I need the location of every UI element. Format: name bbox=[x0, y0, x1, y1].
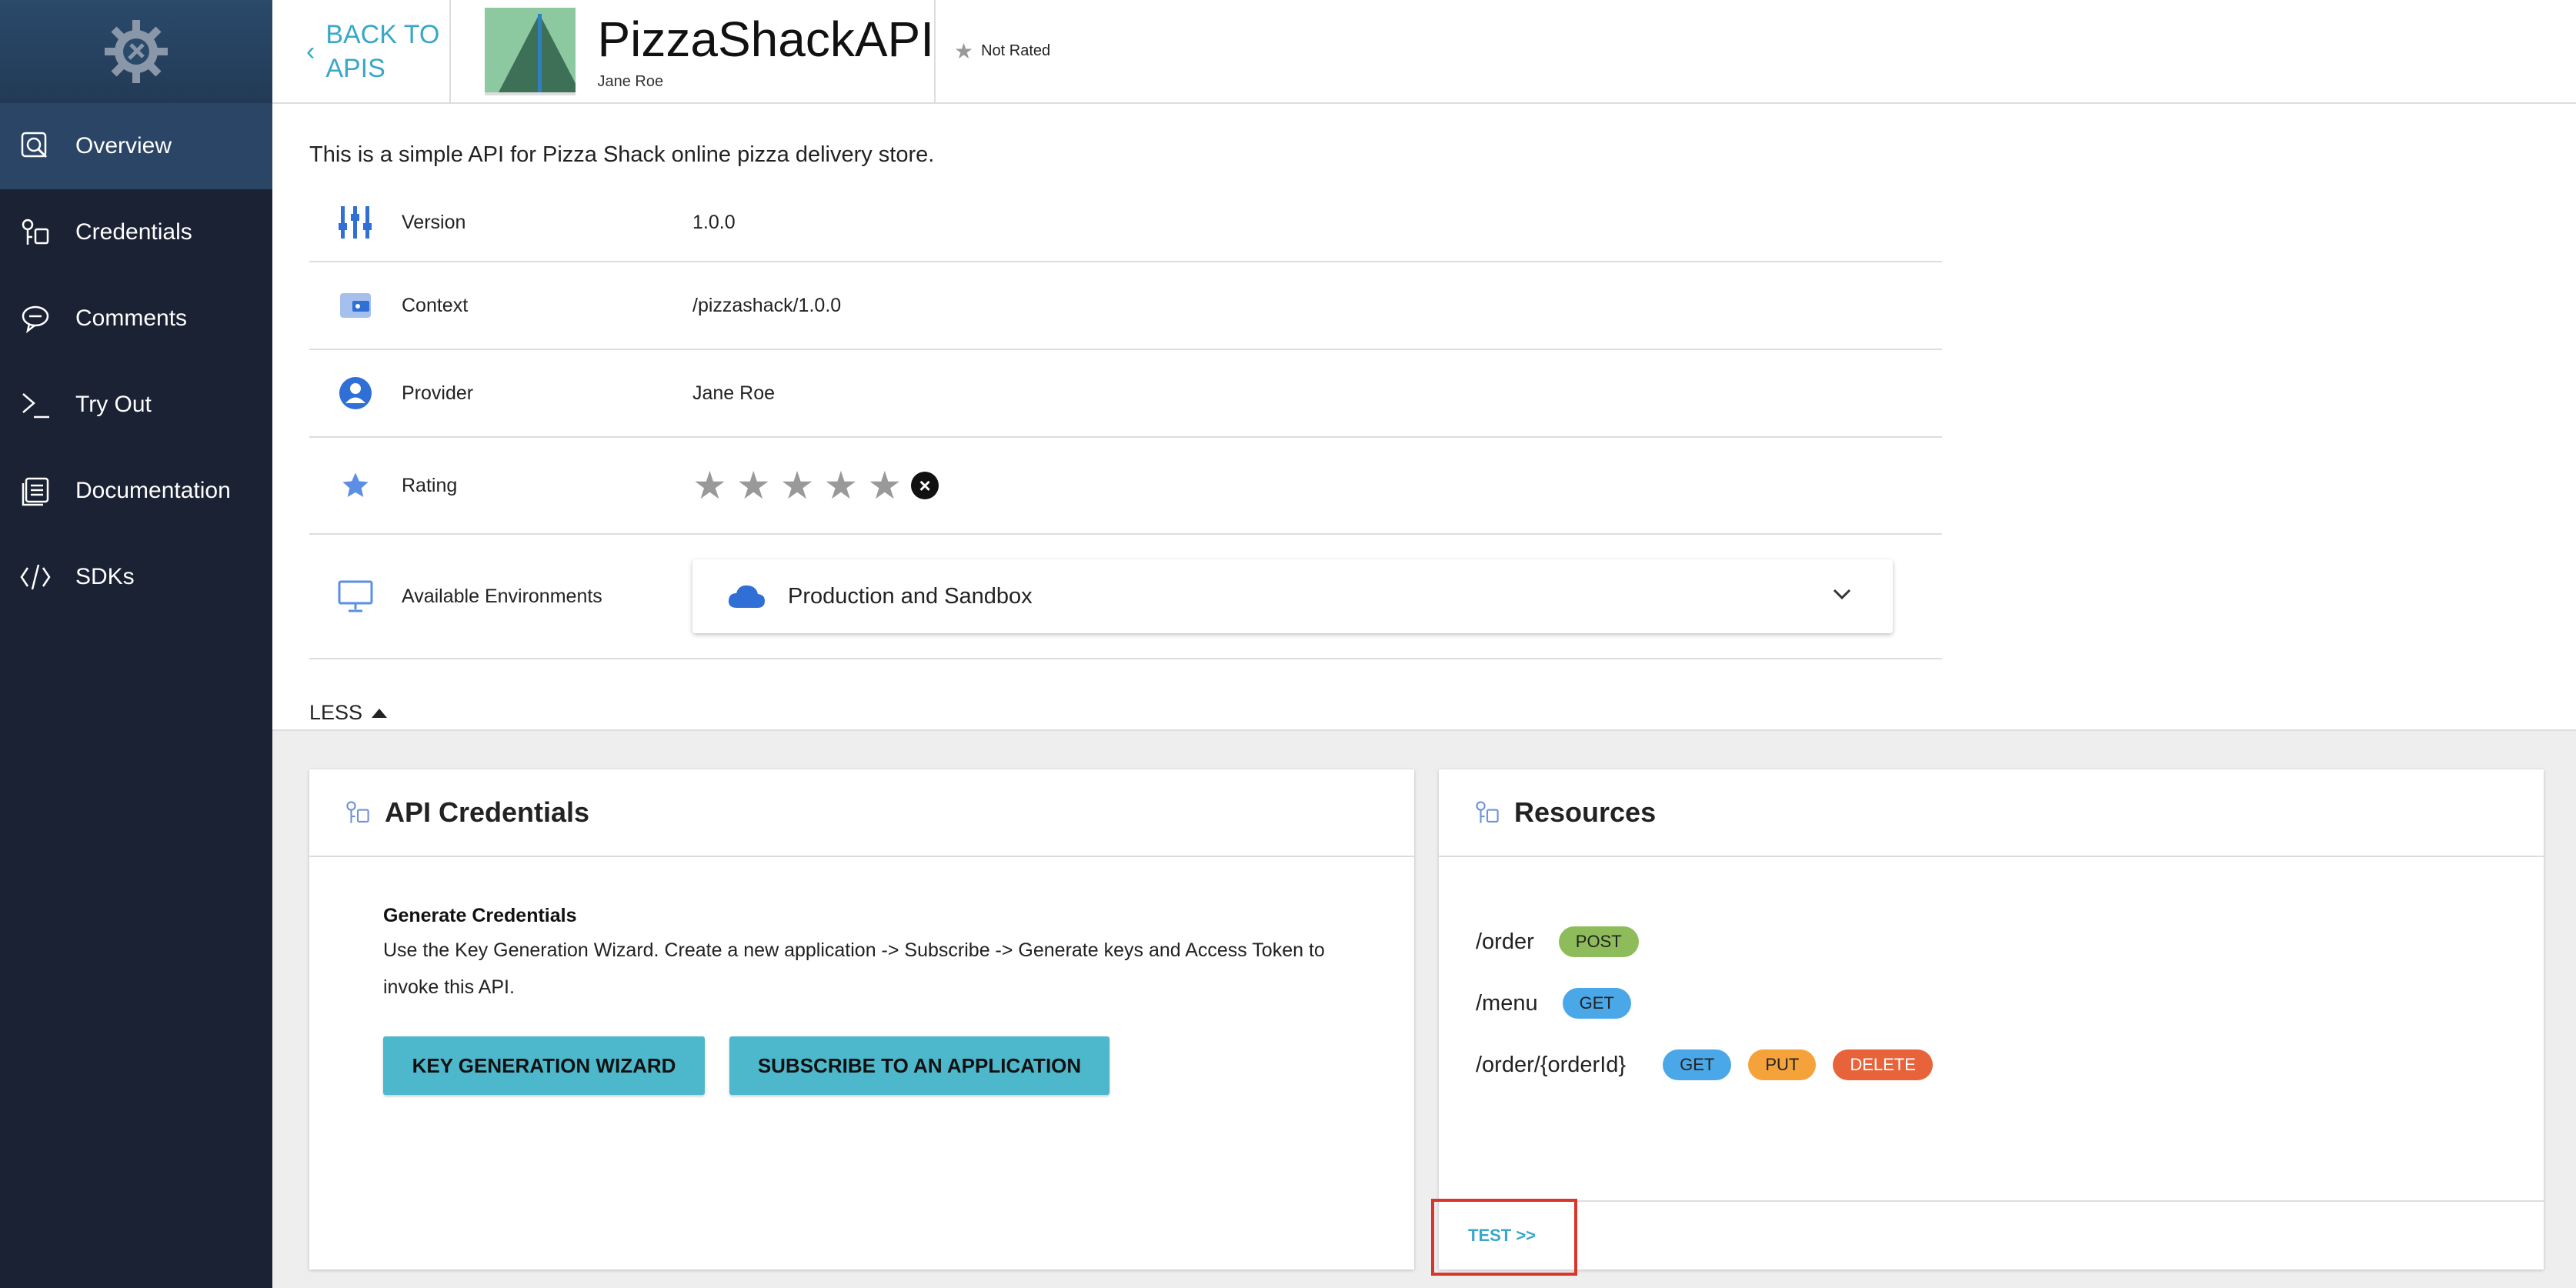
user-icon bbox=[309, 376, 402, 410]
chevron-left-icon: ‹ bbox=[306, 36, 315, 66]
info-label: Provider bbox=[402, 382, 474, 404]
sidebar-item-label: Documentation bbox=[75, 478, 231, 503]
sidebar-item-try-out[interactable]: Try Out bbox=[0, 362, 272, 448]
api-thumbnail bbox=[485, 7, 576, 95]
sidebar-item-label: Comments bbox=[75, 305, 188, 331]
star-icon: ★ bbox=[954, 39, 974, 63]
gear-logo-icon bbox=[105, 20, 168, 83]
generate-credentials-heading: Generate Credentials bbox=[383, 905, 577, 926]
info-value: /pizzashack/1.0.0 bbox=[692, 294, 842, 316]
sidebar-item-label: Credentials bbox=[75, 219, 192, 245]
method-badge-post: POST bbox=[1558, 926, 1639, 957]
api-description: This is a simple API for Pizza Shack onl… bbox=[309, 142, 935, 167]
info-value: Jane Roe bbox=[692, 382, 776, 404]
sidebar-item-credentials[interactable]: Credentials bbox=[0, 189, 272, 275]
less-toggle[interactable]: LESS bbox=[309, 701, 388, 725]
environment-select-value: Production and Sandbox bbox=[788, 583, 1033, 609]
card-title: Resources bbox=[1514, 796, 1657, 828]
info-label: Version bbox=[402, 211, 466, 233]
method-badge-delete: DELETE bbox=[1833, 1049, 1933, 1080]
info-value: 1.0.0 bbox=[692, 211, 736, 233]
resources-icon bbox=[1476, 801, 1499, 823]
bottom-section: API Credentials Generate Credentials Use… bbox=[272, 731, 2576, 1288]
overview-section: This is a simple API for Pizza Shack onl… bbox=[272, 104, 2576, 731]
version-icon bbox=[309, 205, 402, 240]
card-header: API Credentials bbox=[309, 769, 1414, 857]
rating-star-3[interactable]: ★ bbox=[780, 466, 815, 505]
rating-star-4[interactable]: ★ bbox=[823, 466, 858, 505]
info-label: Rating bbox=[402, 474, 458, 496]
subscribe-to-application-button[interactable]: SUBSCRIBE TO AN APPLICATION bbox=[729, 1036, 1109, 1095]
back-label-line2: APIS bbox=[325, 53, 385, 83]
info-row-version: Version 1.0.0 bbox=[309, 184, 1942, 262]
method-badge-get: GET bbox=[1663, 1049, 1732, 1080]
sidebar-item-label: Overview bbox=[75, 133, 172, 158]
documentation-icon bbox=[18, 474, 52, 508]
rating-star-1[interactable]: ★ bbox=[692, 466, 727, 505]
info-label: Available Environments bbox=[402, 585, 602, 607]
credentials-icon bbox=[18, 215, 52, 249]
api-info-table: Version 1.0.0 Context /pizzashack/1.0.0 … bbox=[309, 184, 1942, 659]
clear-rating-icon[interactable]: × bbox=[911, 472, 939, 499]
sidebar-item-label: Try Out bbox=[75, 392, 152, 417]
environment-select[interactable]: Production and Sandbox bbox=[692, 559, 1893, 633]
api-credentials-card: API Credentials Generate Credentials Use… bbox=[309, 769, 1414, 1270]
info-row-rating: Rating ★ ★ ★ ★ ★ × bbox=[309, 438, 1942, 535]
generate-credentials-description: Use the Key Generation Wizard. Create a … bbox=[383, 939, 1325, 998]
terminal-icon bbox=[18, 388, 52, 422]
cloud-icon bbox=[728, 585, 765, 608]
highlight-box bbox=[1431, 1199, 1577, 1276]
back-label-line1: BACK TO bbox=[325, 19, 440, 49]
monitor-icon bbox=[309, 580, 402, 612]
rating-stars: ★ ★ ★ ★ ★ × bbox=[692, 466, 939, 505]
api-header: ‹ BACK TO APIS PizzaShackAPI Jane Roe ★ … bbox=[272, 0, 2576, 104]
caret-up-icon bbox=[372, 708, 388, 718]
method-badge-get: GET bbox=[1562, 988, 1631, 1019]
info-row-provider: Provider Jane Roe bbox=[309, 350, 1942, 438]
sidebar-item-documentation[interactable]: Documentation bbox=[0, 448, 272, 534]
resource-path: /order bbox=[1476, 929, 1534, 954]
api-name: PizzaShackAPI bbox=[597, 12, 934, 67]
chevron-down-icon bbox=[1833, 589, 1851, 600]
header-rating: ★ Not Rated bbox=[936, 0, 1050, 102]
star-icon bbox=[309, 470, 402, 501]
card-header: Resources bbox=[1439, 769, 2544, 857]
sidebar-item-label: SDKs bbox=[75, 564, 135, 589]
sidebar: Overview Credentials Comments Try Out Do… bbox=[0, 0, 272, 1288]
resource-path: /order/{orderId} bbox=[1476, 1052, 1627, 1077]
resource-list: /order POST /menu GET /order/{orderId} G… bbox=[1439, 857, 2544, 1096]
overview-icon bbox=[18, 129, 52, 163]
resource-row: /menu GET bbox=[1476, 973, 2507, 1034]
sidebar-item-overview[interactable]: Overview bbox=[0, 103, 272, 189]
rating-star-2[interactable]: ★ bbox=[736, 466, 771, 505]
code-icon bbox=[18, 560, 52, 594]
sidebar-item-sdks[interactable]: SDKs bbox=[0, 534, 272, 620]
resource-path: /menu bbox=[1476, 990, 1538, 1016]
key-generation-wizard-button[interactable]: KEY GENERATION WIZARD bbox=[383, 1036, 705, 1095]
info-row-context: Context /pizzashack/1.0.0 bbox=[309, 262, 1942, 350]
api-heading: PizzaShackAPI Jane Roe bbox=[451, 0, 936, 102]
resources-card: Resources /order POST /menu GET /order/{… bbox=[1431, 769, 2544, 1276]
credentials-icon bbox=[346, 801, 369, 823]
api-provider: Jane Roe bbox=[597, 73, 664, 90]
card-title: API Credentials bbox=[385, 796, 590, 828]
info-label: Context bbox=[402, 294, 469, 316]
back-label: BACK TO APIS bbox=[325, 18, 439, 85]
info-row-environments: Available Environments Production and Sa… bbox=[309, 535, 1942, 659]
method-badge-put: PUT bbox=[1748, 1049, 1817, 1080]
logo[interactable] bbox=[0, 0, 272, 103]
resource-row: /order/{orderId} GET PUT DELETE bbox=[1476, 1034, 2507, 1096]
card-footer: TEST >> bbox=[1431, 1199, 2544, 1276]
resource-row: /order POST bbox=[1476, 911, 2507, 973]
sidebar-item-comments[interactable]: Comments bbox=[0, 275, 272, 362]
less-label: LESS bbox=[309, 701, 363, 724]
rating-star-5[interactable]: ★ bbox=[867, 466, 902, 505]
context-icon bbox=[309, 290, 402, 321]
rating-text: Not Rated bbox=[981, 42, 1051, 59]
back-to-apis-link[interactable]: ‹ BACK TO APIS bbox=[272, 0, 451, 102]
comments-icon bbox=[18, 302, 52, 335]
